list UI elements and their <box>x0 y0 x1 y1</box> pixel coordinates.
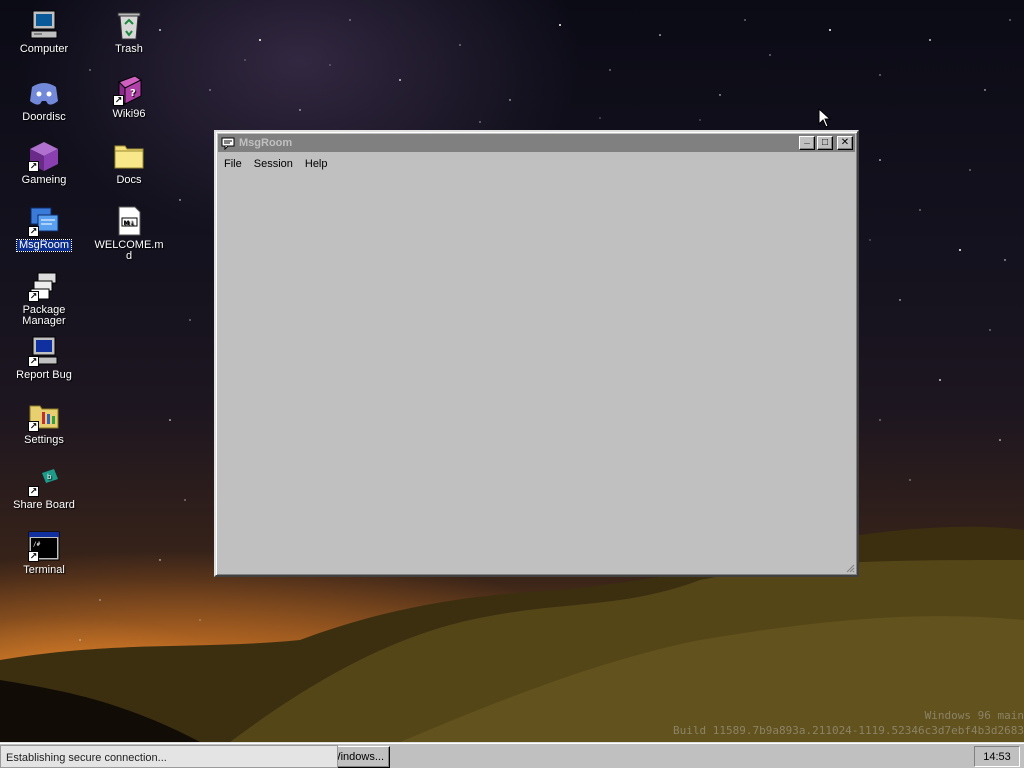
desktop-icon-doordisc[interactable]: Doordisc <box>4 77 84 123</box>
window-titlebar[interactable]: MsgRoom _ □ ✕ <box>218 134 855 152</box>
desktop-icon-wiki96[interactable]: ? ↗ Wiki96 <box>89 74 169 120</box>
msgroom-window[interactable]: MsgRoom _ □ ✕ File Session Help <box>214 130 859 577</box>
minimize-button[interactable]: _ <box>799 134 815 150</box>
desktop-icon-label: WELCOME.m d <box>94 239 164 262</box>
desktop-icon-welcome-md[interactable]: M↓ WELCOME.m d <box>89 205 169 262</box>
desktop-icon-settings[interactable]: ↗ Settings <box>4 400 84 446</box>
build-watermark: Windows 96 main Build 11589.7b9a893a.211… <box>673 708 1024 738</box>
desktop-icon-share-board[interactable]: b ↗ Share Board <box>4 465 84 511</box>
desktop-icon-label: Docs <box>116 174 142 186</box>
shortcut-arrow-icon: ↗ <box>28 421 39 432</box>
mouse-cursor-icon <box>818 108 832 128</box>
shortcut-arrow-icon: ↗ <box>113 95 124 106</box>
svg-text:b: b <box>47 473 52 481</box>
report-bug-computer-icon: ↗ <box>28 335 60 367</box>
shortcut-arrow-icon: ↗ <box>28 486 39 497</box>
clock-text: 14:53 <box>983 750 1011 763</box>
desktop-icon-label: Share Board <box>13 499 75 511</box>
desktop-icon-computer[interactable]: Computer <box>4 9 84 55</box>
trash-icon <box>113 9 145 41</box>
desktop-icon-label: Wiki96 <box>112 108 146 120</box>
watermark-build: Build 11589.7b9a893a.211024-1119.52346c3… <box>673 724 1024 737</box>
terminal-icon: /# ↗ <box>28 530 60 562</box>
package-manager-icon: ↗ <box>28 270 60 302</box>
desktop-icon-label: Computer <box>19 43 69 55</box>
chat-bubble-icon <box>221 137 235 150</box>
menu-help[interactable]: Help <box>299 158 334 170</box>
game-cube-icon: ↗ <box>28 140 60 172</box>
menu-session[interactable]: Session <box>248 158 299 170</box>
svg-text:/#: /# <box>33 541 41 548</box>
toast-text: Establishing secure connection... <box>6 752 167 764</box>
msgroom-icon: ↗ <box>28 205 60 237</box>
desktop-icon-docs[interactable]: Docs <box>89 140 169 186</box>
desktop-icon-gameing[interactable]: ↗ Gameing <box>4 140 84 186</box>
close-button[interactable]: ✕ <box>837 136 853 150</box>
shortcut-arrow-icon: ↗ <box>28 226 39 237</box>
desktop-icon-msgroom[interactable]: ↗ MsgRoom <box>4 205 84 252</box>
resize-grip-icon[interactable] <box>845 563 855 573</box>
maximize-button[interactable]: □ <box>817 136 833 150</box>
watermark-os-name: Windows 96 main <box>924 709 1024 722</box>
discord-icon <box>28 77 60 109</box>
svg-text:?: ? <box>130 88 136 99</box>
desktop-icon-report-bug[interactable]: ↗ Report Bug <box>4 335 84 381</box>
system-tray-clock[interactable]: 14:53 <box>974 746 1020 767</box>
close-icon: ✕ <box>840 137 850 148</box>
taskbar-window-label: Windows... <box>330 751 384 763</box>
computer-icon <box>28 9 60 41</box>
desktop-icon-label: Settings <box>24 434 64 446</box>
help-book-icon: ? ↗ <box>113 74 145 106</box>
desktop-icon-label: Report Bug <box>16 369 72 381</box>
window-title: MsgRoom <box>239 137 293 149</box>
window-menubar: File Session Help <box>218 155 334 173</box>
desktop-icon-label: Doordisc <box>22 111 66 123</box>
desktop-icon-label: Terminal <box>23 564 65 576</box>
desktop-icon-trash[interactable]: Trash <box>89 9 169 55</box>
desktop-icon-package-manager[interactable]: ↗ Package Manager <box>4 270 84 327</box>
shortcut-arrow-icon: ↗ <box>28 291 39 302</box>
folder-icon <box>113 140 145 172</box>
desktop-icon-terminal[interactable]: /# ↗ Terminal <box>4 530 84 576</box>
connection-status-toast: Establishing secure connection... <box>0 745 338 768</box>
desktop-icon-label: Trash <box>115 43 143 55</box>
svg-text:M↓: M↓ <box>124 220 135 227</box>
menu-file[interactable]: File <box>218 158 248 170</box>
shortcut-arrow-icon: ↗ <box>28 161 39 172</box>
minimize-icon: _ <box>804 134 810 145</box>
maximize-icon: □ <box>821 137 829 148</box>
desktop-icon-label: Package Manager <box>22 304 66 327</box>
desktop-icon-label: MsgRoom <box>15 239 73 252</box>
settings-folder-icon: ↗ <box>28 400 60 432</box>
share-board-icon: b ↗ <box>28 465 60 497</box>
desktop-icon-label: Gameing <box>21 174 67 186</box>
markdown-file-icon: M↓ <box>113 205 145 237</box>
shortcut-arrow-icon: ↗ <box>28 551 39 562</box>
shortcut-arrow-icon: ↗ <box>28 356 39 367</box>
